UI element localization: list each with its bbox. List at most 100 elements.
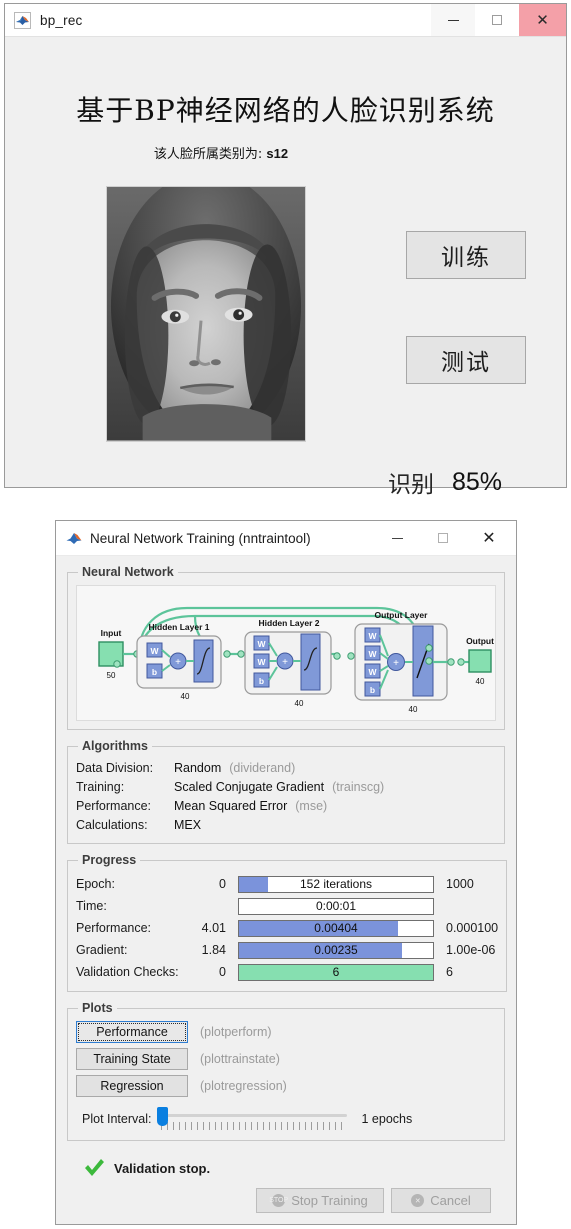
svg-text:W: W (368, 649, 377, 659)
svg-text:W: W (150, 646, 159, 656)
grayscale-face-photo (107, 187, 305, 441)
bp-rec-titlebar: bp_rec ✕ (5, 4, 566, 37)
neural-network-diagram: Input 50 Hidden Layer 1 40 W b + Hidden … (76, 585, 496, 721)
nntraintool-titlebar: Neural Network Training (nntraintool) ✕ (56, 521, 516, 556)
minimize-icon (391, 537, 403, 539)
cancel-button[interactable]: ✕ Cancel (391, 1188, 491, 1213)
plot-row-performance: Performance (plotperform) (76, 1021, 496, 1043)
svg-text:b: b (259, 676, 264, 686)
progress-bar: 6 (238, 963, 434, 981)
algorithm-value: MEX (174, 818, 202, 832)
bp-rec-window: bp_rec ✕ 基于BP神经网络的人脸识别系统 该人脸所属类别为: s12 训… (4, 3, 567, 498)
bp-rec-title: bp_rec (40, 12, 83, 28)
algorithm-row: Training: Scaled Conjugate Gradient (tra… (76, 778, 496, 797)
svg-text:W: W (257, 639, 266, 649)
algorithm-function: (mse) (295, 799, 328, 813)
progress-start: 0 (219, 965, 226, 979)
matlab-icon (14, 11, 31, 29)
progress-start: 4.01 (201, 921, 226, 935)
progress-row-performance: Performance: 4.01 0.00404 0.000100 (76, 917, 498, 939)
recognition-value: 85% (452, 467, 503, 496)
progress-row-epoch: Epoch: 0 152 iterations 1000 (76, 873, 498, 895)
nntraintool-footer: Validation stop. STOP Stop Training ✕ Ca… (67, 1150, 505, 1222)
progress-text: 0.00235 (314, 943, 358, 957)
algorithm-key: Performance: (76, 799, 152, 813)
bp-rec-window-controls: ✕ (431, 4, 566, 36)
progress-label: Gradient: (76, 943, 128, 957)
svg-text:W: W (257, 657, 266, 667)
face-class-label: 该人脸所属类别为: s12 (106, 143, 336, 162)
algorithm-row: Data Division: Random (dividerand) (76, 759, 496, 778)
stop-training-label: Stop Training (291, 1193, 368, 1208)
svg-text:Input: Input (101, 628, 122, 638)
progress-text: 0:00:01 (315, 899, 357, 913)
minimize-icon (447, 19, 459, 21)
train-button[interactable]: 训练 (406, 231, 526, 279)
cancel-label: Cancel (430, 1193, 471, 1208)
algorithm-function: (dividerand) (229, 761, 296, 775)
svg-text:+: + (175, 657, 181, 668)
progress-bar: 0.00235 (238, 941, 434, 959)
progress-text: 152 iterations (299, 877, 373, 891)
algorithms-legend: Algorithms (82, 739, 148, 753)
progress-bar: 0.00404 (238, 919, 434, 937)
maximize-button[interactable] (420, 521, 466, 555)
svg-text:Output Layer: Output Layer (375, 610, 429, 620)
page-title: 基于BP神经网络的人脸识别系统 (76, 94, 495, 127)
svg-text:+: + (393, 658, 399, 669)
algorithm-value: Mean Squared Error (174, 799, 288, 813)
footer-buttons: STOP Stop Training ✕ Cancel (256, 1188, 491, 1213)
plots-legend: Plots (82, 1001, 113, 1015)
progress-row-gradient: Gradient: 1.84 0.00235 1.00e-06 (76, 939, 498, 961)
progress-row-validation-checks: Validation Checks: 0 6 6 (76, 961, 498, 983)
svg-text:Hidden Layer 2: Hidden Layer 2 (259, 618, 320, 628)
neural-network-legend: Neural Network (82, 565, 174, 579)
nntraintool-window-controls: ✕ (374, 521, 512, 555)
plot-row-regression: Regression (plotregression) (76, 1075, 496, 1097)
algorithm-key: Calculations: (76, 818, 148, 832)
test-button[interactable]: 测试 (406, 336, 526, 384)
progress-label: Validation Checks: (76, 965, 179, 979)
face-class-text: 该人脸所属类别为: (153, 147, 263, 162)
minimize-button[interactable] (374, 521, 420, 555)
close-icon: ✕ (536, 10, 549, 29)
status-row: Validation stop. (83, 1158, 493, 1178)
plot-interval-slider[interactable] (157, 1106, 348, 1132)
plot-training-state-button[interactable]: Training State (76, 1048, 188, 1070)
green-check-icon (83, 1158, 105, 1178)
svg-text:b: b (370, 685, 375, 695)
close-button[interactable]: ✕ (466, 521, 512, 555)
minimize-button[interactable] (431, 4, 475, 36)
progress-start: 1.84 (201, 943, 226, 957)
svg-text:50: 50 (107, 671, 116, 680)
plot-performance-button[interactable]: Performance (76, 1021, 188, 1043)
progress-end: 6 (446, 965, 453, 979)
progress-label: Performance: (76, 921, 152, 935)
algorithms-group: Algorithms Data Division: Random (divide… (67, 739, 505, 844)
close-button[interactable]: ✕ (519, 4, 566, 36)
plot-regression-function: (plotregression) (200, 1079, 287, 1093)
algorithm-row: Calculations: MEX (76, 816, 496, 835)
maximize-icon (492, 15, 502, 25)
slider-thumb[interactable] (157, 1107, 169, 1126)
recognition-rate: 识别 85% (388, 465, 538, 499)
plot-regression-button[interactable]: Regression (76, 1075, 188, 1097)
maximize-button[interactable] (475, 4, 519, 36)
stop-training-button[interactable]: STOP Stop Training (256, 1188, 384, 1213)
svg-text:W: W (368, 667, 377, 677)
face-image (106, 186, 306, 442)
svg-text:40: 40 (409, 705, 418, 714)
maximize-icon (438, 533, 448, 543)
progress-end: 1.00e-06 (446, 943, 496, 957)
algorithm-value: Scaled Conjugate Gradient (174, 780, 325, 794)
svg-text:Hidden Layer 1: Hidden Layer 1 (149, 622, 210, 632)
nntraintool-title: Neural Network Training (nntraintool) (90, 530, 311, 546)
plot-training-state-function: (plottrainstate) (200, 1052, 280, 1066)
svg-text:40: 40 (476, 677, 485, 686)
nntraintool-window: Neural Network Training (nntraintool) ✕ … (55, 520, 517, 1225)
status-text: Validation stop. (114, 1160, 211, 1176)
svg-text:Output: Output (466, 636, 494, 646)
algorithm-function: (trainscg) (332, 780, 385, 794)
plot-interval-label: Plot Interval: (82, 1112, 152, 1126)
progress-label: Epoch: (76, 877, 115, 891)
